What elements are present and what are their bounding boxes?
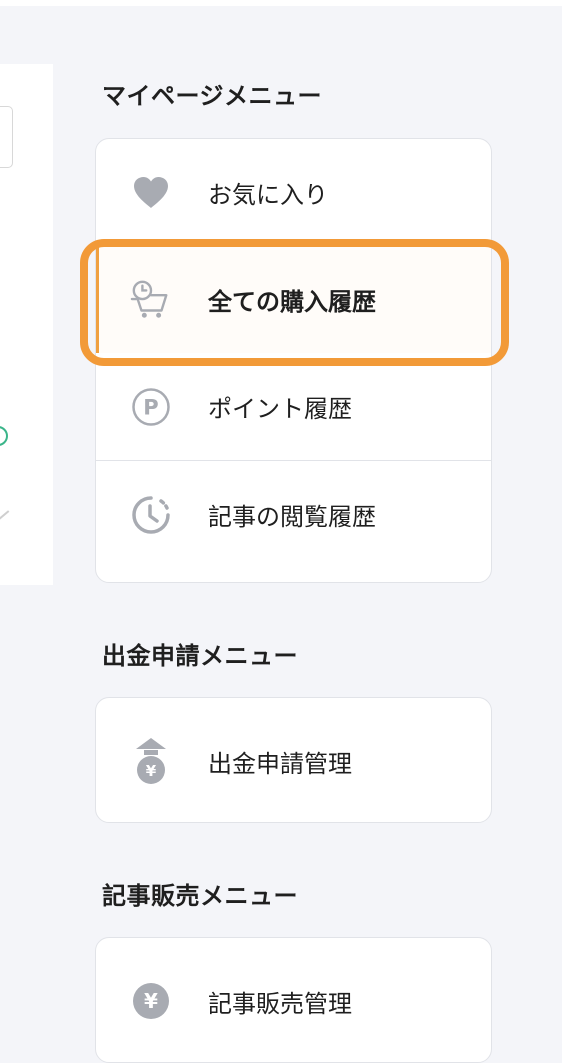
point-p-icon: P xyxy=(130,386,172,428)
menu-item-favorites-label: お気に入り xyxy=(208,181,328,209)
heart-icon xyxy=(130,172,172,214)
withdraw-menu-title: 出金申請メニュー xyxy=(102,642,298,670)
menu-item-point-history-label: ポイント履歴 xyxy=(208,395,352,423)
menu-item-article-view-history[interactable]: 記事の閲覧履歴 xyxy=(96,461,491,568)
left-content-panel xyxy=(0,64,53,585)
menu-item-favorites[interactable]: お気に入り xyxy=(96,139,491,246)
svg-text:¥: ¥ xyxy=(144,989,158,1013)
menu-item-point-history[interactable]: P ポイント履歴 xyxy=(96,353,491,460)
menu-item-sales-management[interactable]: ¥ 記事販売管理 xyxy=(96,938,491,1062)
sales-menu-card: ¥ 記事販売管理 xyxy=(95,937,492,1063)
partial-divider-line xyxy=(0,510,10,521)
yen-coin-icon: ¥ xyxy=(130,980,172,1022)
menu-item-purchase-history-label: 全ての購入履歴 xyxy=(208,288,376,316)
partial-status-circle xyxy=(0,426,8,446)
svg-text:¥: ¥ xyxy=(146,762,157,780)
menu-item-withdraw-management[interactable]: ¥ 出金申請管理 xyxy=(96,698,491,822)
sales-menu-title: 記事販売メニュー xyxy=(102,882,298,910)
history-clock-icon xyxy=(130,494,172,536)
partial-input-box[interactable] xyxy=(0,106,13,168)
top-strip xyxy=(0,0,562,6)
menu-item-article-view-history-label: 記事の閲覧履歴 xyxy=(208,503,376,531)
withdraw-menu-card: ¥ 出金申請管理 xyxy=(95,697,492,823)
menu-item-withdraw-management-label: 出金申請管理 xyxy=(208,749,352,778)
yen-withdraw-icon: ¥ xyxy=(130,738,172,784)
cart-clock-icon xyxy=(130,279,172,321)
menu-item-purchase-history[interactable]: 全ての購入履歴 xyxy=(96,246,491,353)
mypage-menu-title: マイページメニュー xyxy=(102,82,323,110)
svg-text:P: P xyxy=(143,395,158,419)
mypage-menu-card: お気に入り 全ての購入履歴 P ポイント履歴 記事の閲覧履歴 xyxy=(95,138,492,583)
menu-item-sales-management-label: 記事販売管理 xyxy=(208,989,352,1018)
